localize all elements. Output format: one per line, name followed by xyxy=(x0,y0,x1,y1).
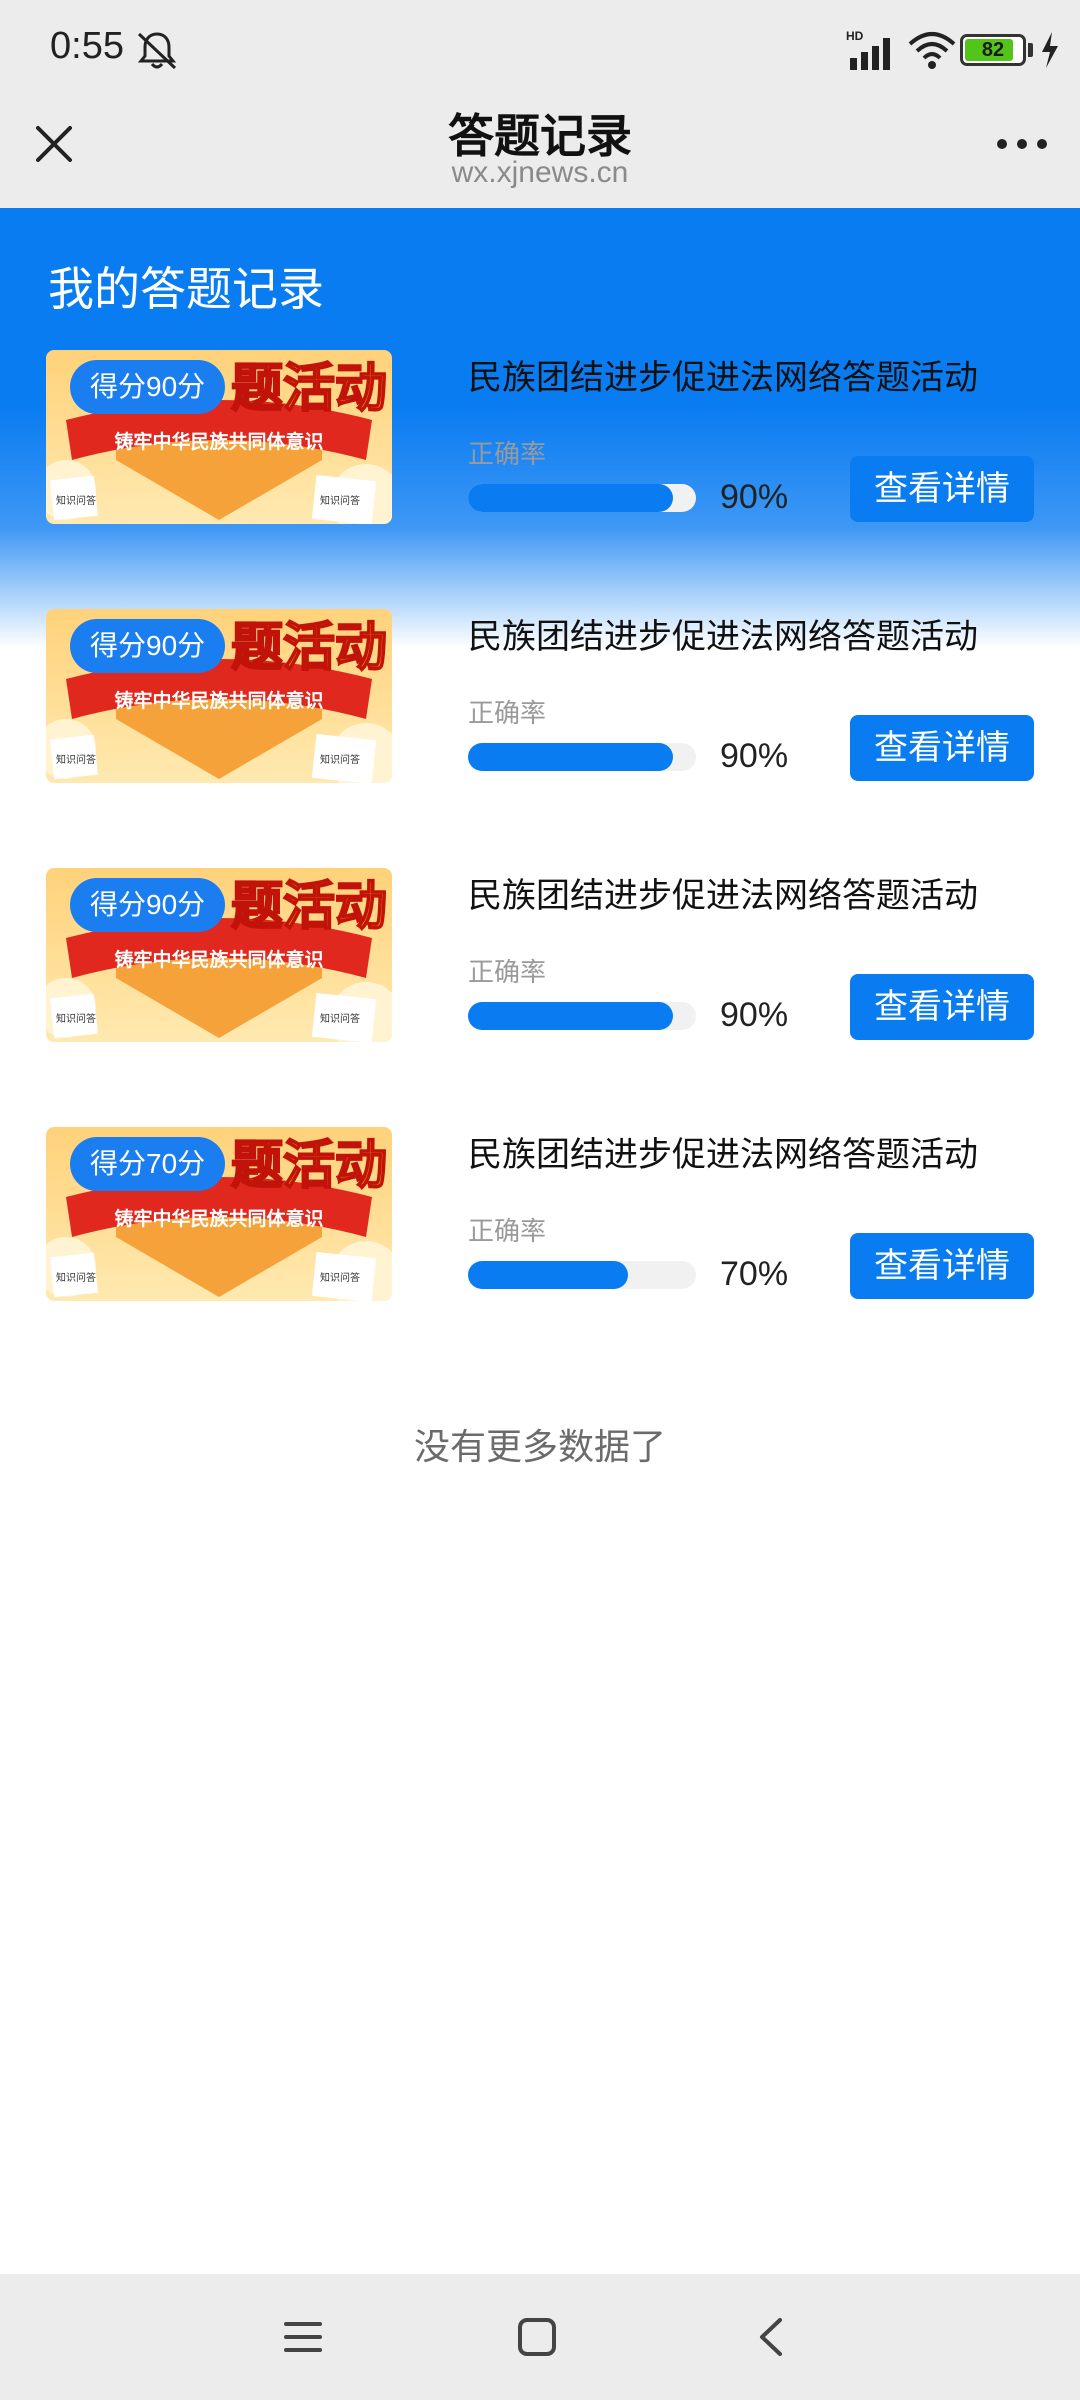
record-title: 民族团结进步促进法网络答题活动 xyxy=(468,1136,978,1174)
back-icon[interactable] xyxy=(748,2312,798,2362)
accuracy-progress-bar xyxy=(468,1261,696,1289)
accuracy-progress-fill xyxy=(468,484,674,512)
record-item: 题活动 铸牢中华民族共同体意识 知识问答 知识问答 得分90分 民族团结进步促进… xyxy=(0,350,1080,526)
accuracy-label: 正确率 xyxy=(468,439,547,469)
battery-icon: 82 xyxy=(960,34,1026,66)
accuracy-progress-bar xyxy=(468,1002,696,1030)
record-item: 题活动 铸牢中华民族共同体意识 知识问答 知识问答 得分70分 民族团结进步促进… xyxy=(0,1127,1080,1303)
banner-headline: 题活动 xyxy=(231,359,387,419)
banner-headline: 题活动 xyxy=(231,1136,387,1196)
score-badge: 得分70分 xyxy=(70,1137,226,1191)
accuracy-value: 90% xyxy=(720,996,789,1034)
banner-tag-right: 知识问答 xyxy=(320,1271,360,1284)
content-area: 我的答题记录 题活动 铸牢中华民族共同体意识 知识问答 知识问答 得分90分 民… xyxy=(0,208,1080,2274)
banner-tag-left: 知识问答 xyxy=(56,494,96,507)
charging-icon xyxy=(1042,32,1058,68)
banner-headline: 题活动 xyxy=(231,618,387,678)
accuracy-progress-bar xyxy=(468,743,696,771)
accuracy-progress-fill xyxy=(468,1002,674,1030)
accuracy-value: 70% xyxy=(720,1255,789,1293)
record-title: 民族团结进步促进法网络答题活动 xyxy=(468,359,978,397)
home-icon[interactable] xyxy=(512,2312,562,2362)
record-title: 民族团结进步促进法网络答题活动 xyxy=(468,618,978,656)
banner-tag-right: 知识问答 xyxy=(320,494,360,507)
menu-icon[interactable] xyxy=(278,2312,328,2362)
page-url: wx.xjnews.cn xyxy=(451,156,629,189)
banner-ribbon-text: 铸牢中华民族共同体意识 xyxy=(114,1207,323,1230)
bell-off-icon xyxy=(137,32,177,70)
accuracy-value: 90% xyxy=(720,478,789,516)
accuracy-progress-fill xyxy=(468,743,674,771)
banner-tag-left: 知识问答 xyxy=(56,1271,96,1284)
score-badge: 得分90分 xyxy=(70,878,226,932)
score-badge: 得分90分 xyxy=(70,360,226,414)
battery-tip xyxy=(1028,43,1033,57)
signal-label: HD xyxy=(846,29,864,43)
activity-thumbnail[interactable]: 题活动 铸牢中华民族共同体意识 知识问答 知识问答 得分70分 xyxy=(46,1127,392,1301)
system-navigation-bar xyxy=(0,2274,1080,2400)
banner-tag-left: 知识问答 xyxy=(56,1012,96,1025)
banner-tag-right: 知识问答 xyxy=(320,753,360,766)
section-title: 我的答题记录 xyxy=(48,263,324,315)
wifi-icon xyxy=(908,32,956,69)
banner-ribbon-text: 铸牢中华民族共同体意识 xyxy=(114,430,323,453)
view-details-button[interactable]: 查看详情 xyxy=(850,974,1034,1040)
view-details-button[interactable]: 查看详情 xyxy=(850,1233,1034,1299)
activity-thumbnail[interactable]: 题活动 铸牢中华民族共同体意识 知识问答 知识问答 得分90分 xyxy=(46,350,392,524)
signal-icon: HD xyxy=(846,29,890,70)
view-details-button[interactable]: 查看详情 xyxy=(850,456,1034,522)
record-title: 民族团结进步促进法网络答题活动 xyxy=(468,877,978,915)
no-more-data-text: 没有更多数据了 xyxy=(413,1426,666,1467)
accuracy-label: 正确率 xyxy=(468,957,547,987)
accuracy-value: 90% xyxy=(720,737,789,775)
banner-headline: 题活动 xyxy=(231,877,387,937)
banner-tag-left: 知识问答 xyxy=(56,753,96,766)
nav-bar: 答题记录 wx.xjnews.cn xyxy=(0,100,1080,208)
more-icon[interactable] xyxy=(992,124,1052,164)
activity-thumbnail[interactable]: 题活动 铸牢中华民族共同体意识 知识问答 知识问答 得分90分 xyxy=(46,609,392,783)
score-badge: 得分90分 xyxy=(70,619,226,673)
banner-tag-right: 知识问答 xyxy=(320,1012,360,1025)
banner-ribbon-text: 铸牢中华民族共同体意识 xyxy=(114,689,323,712)
accuracy-label: 正确率 xyxy=(468,1216,547,1246)
record-item: 题活动 铸牢中华民族共同体意识 知识问答 知识问答 得分90分 民族团结进步促进… xyxy=(0,868,1080,1044)
activity-thumbnail[interactable]: 题活动 铸牢中华民族共同体意识 知识问答 知识问答 得分90分 xyxy=(46,868,392,1042)
accuracy-label: 正确率 xyxy=(468,698,547,728)
accuracy-progress-fill xyxy=(468,1261,628,1289)
status-bar: 0:55 HD 82 xyxy=(0,0,1080,100)
view-details-button[interactable]: 查看详情 xyxy=(850,715,1034,781)
banner-ribbon-text: 铸牢中华民族共同体意识 xyxy=(114,948,323,971)
battery-level: 82 xyxy=(981,39,1005,61)
accuracy-progress-bar xyxy=(468,484,696,512)
record-item: 题活动 铸牢中华民族共同体意识 知识问答 知识问答 得分90分 民族团结进步促进… xyxy=(0,609,1080,785)
status-time: 0:55 xyxy=(50,25,124,67)
